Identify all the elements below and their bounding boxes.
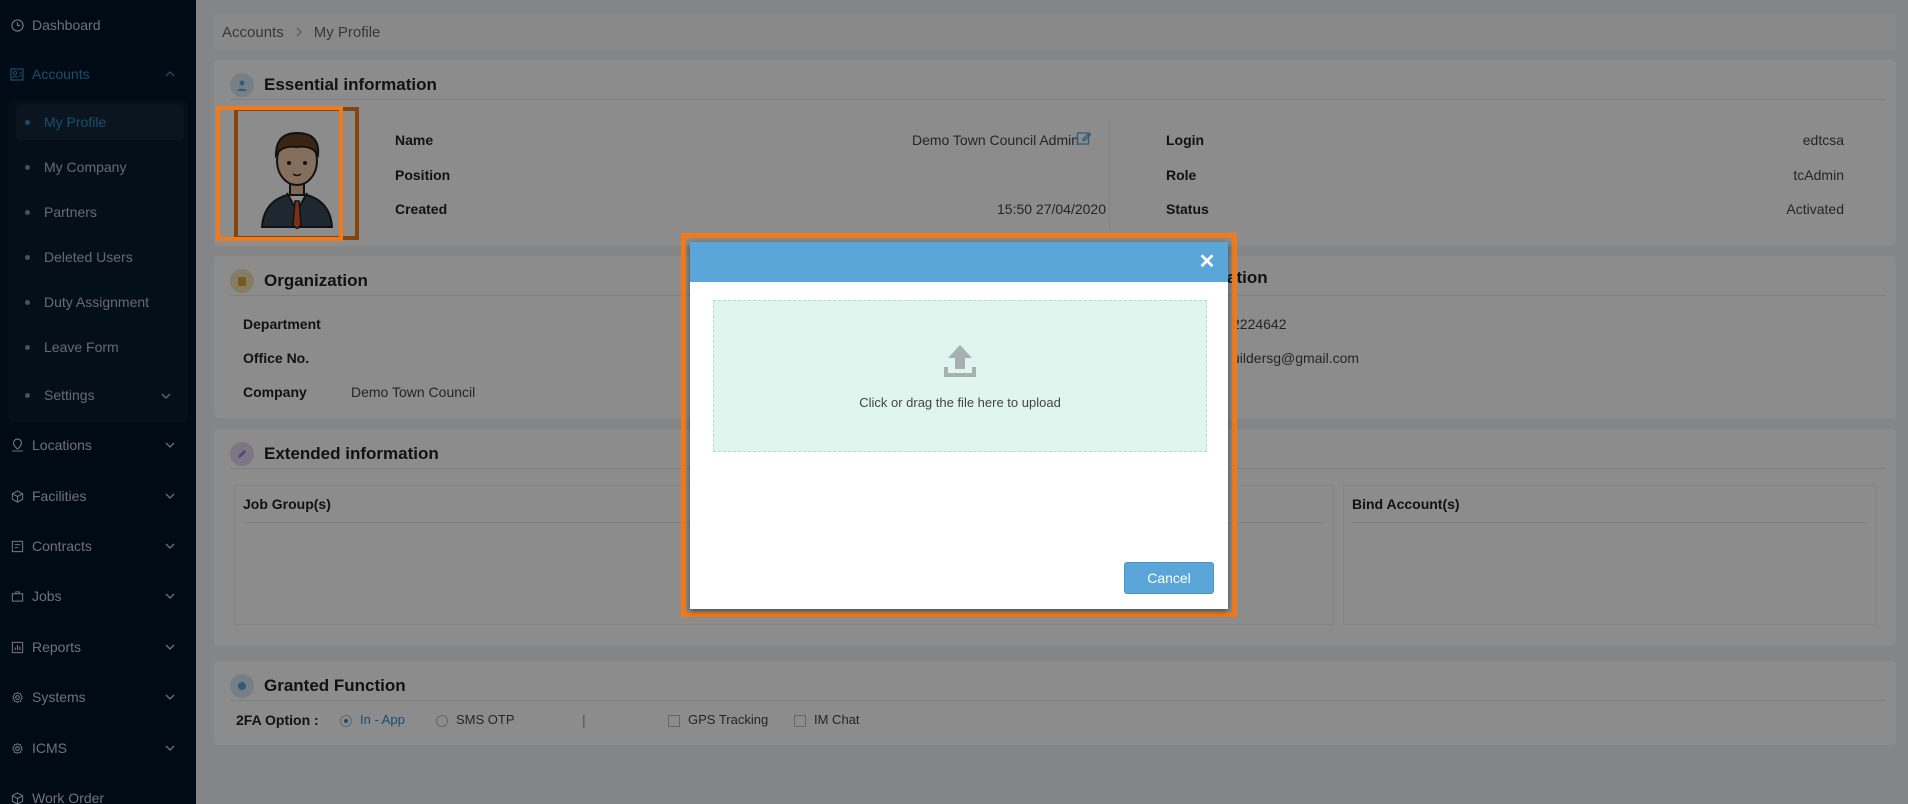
upload-modal: ✕ Click or drag the file here to upload … [690,242,1228,609]
close-button[interactable]: ✕ [1195,250,1219,274]
modal-header: ✕ [690,242,1228,282]
close-icon: ✕ [1198,251,1216,273]
avatar-highlight-frame [216,106,343,241]
upload-icon [940,342,980,385]
cancel-button[interactable]: Cancel [1124,562,1214,594]
upload-dropzone[interactable]: Click or drag the file here to upload [713,300,1207,452]
upload-modal-highlight: ✕ Click or drag the file here to upload … [681,233,1237,617]
dropzone-text: Click or drag the file here to upload [859,395,1061,410]
